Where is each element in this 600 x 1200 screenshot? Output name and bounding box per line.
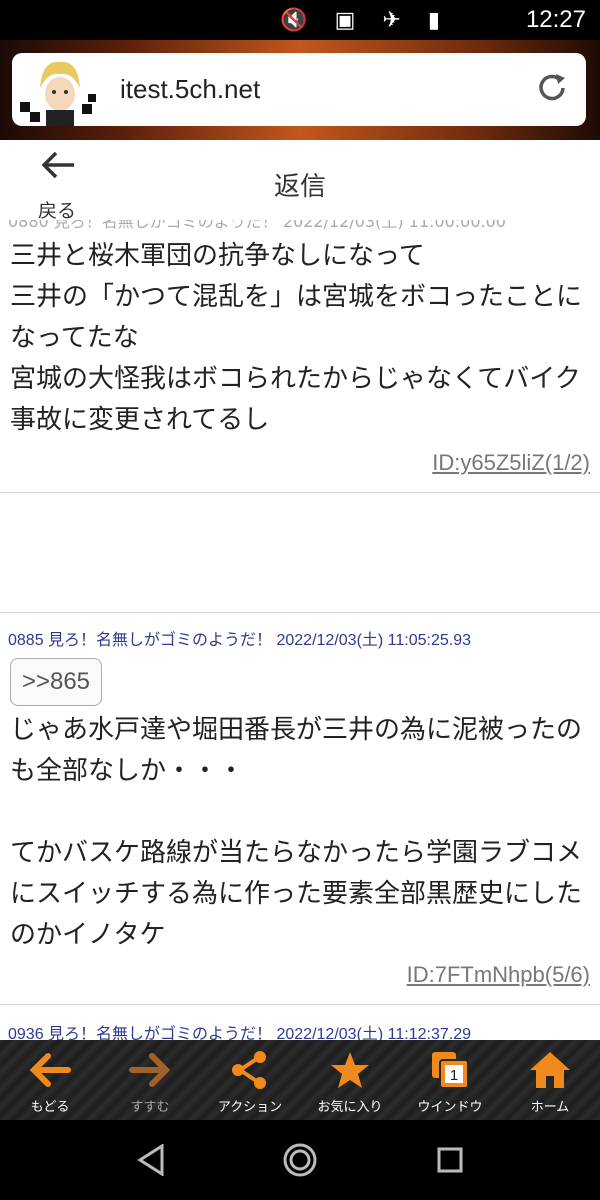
post-header[interactable]: 0936 見ろ！名無しがゴミのようだ！ 2022/12/03(土) 11:12:…	[8, 1020, 471, 1040]
toolbar-window-button[interactable]: 1 ウインドウ	[400, 1040, 500, 1120]
status-time: 12:27	[525, 6, 586, 33]
window-count-badge: 1	[450, 1067, 458, 1084]
avatar	[20, 58, 98, 126]
toolbar-label: すすむ	[130, 1100, 170, 1115]
page-title: 返信	[273, 172, 326, 202]
airplane-icon: ✈	[382, 8, 411, 33]
post-divider	[0, 1004, 600, 1005]
toolbar-favorite-button[interactable]: お気に入り	[300, 1040, 400, 1120]
url-text[interactable]: itest.5ch.net	[120, 74, 260, 105]
toolbar-back-button[interactable]: もどる	[0, 1040, 100, 1120]
thread-content[interactable]: 0880 見ろ！名無しがゴミのようだ！ 2022/12/03(土) 11:00:…	[0, 220, 600, 1040]
toolbar-label: お気に入り	[317, 1100, 383, 1115]
post-body: じゃあ水戸達や堀田番長が三井の為に泥被ったのも全部なしか・・・ てかバスケ路線が…	[10, 715, 583, 950]
status-icons: 🔇 ▣ ✈ ▮	[280, 8, 450, 33]
arrow-left-icon	[29, 1053, 71, 1087]
battery-icon: ▮	[427, 8, 450, 33]
vr-icon: ▣	[334, 8, 366, 33]
window-icon: 1	[432, 1052, 469, 1089]
post-divider	[0, 492, 600, 493]
toolbar-label: もどる	[30, 1100, 70, 1115]
star-icon	[331, 1052, 369, 1088]
home-icon	[530, 1052, 570, 1088]
post-id-link[interactable]: ID:7FTmNhpb(5/6)	[407, 962, 590, 988]
share-icon	[232, 1051, 266, 1089]
post-body: 三井と桜木軍団の抗争なしになって 三井の「かつて混乱を」は宮城をボコったことにな…	[10, 241, 583, 435]
reply-anchor-button[interactable]: >>865	[10, 658, 102, 706]
system-navigation-bar	[0, 1120, 600, 1200]
toolbar-label: ホーム	[530, 1100, 570, 1115]
reload-icon[interactable]	[532, 68, 572, 108]
arrow-right-icon	[129, 1053, 171, 1087]
post-divider	[0, 612, 600, 613]
toolbar-label: アクション	[217, 1100, 283, 1115]
mute-icon: 🔇	[280, 8, 318, 33]
toolbar-home-button[interactable]: ホーム	[500, 1040, 600, 1120]
toolbar-action-button[interactable]: アクション	[200, 1040, 300, 1120]
toolbar-forward-button[interactable]: すすむ	[100, 1040, 200, 1120]
post-id-link[interactable]: ID:y65Z5liZ(1/2)	[432, 450, 590, 476]
nav-home-icon[interactable]	[282, 1142, 318, 1178]
toolbar-label: ウインドウ	[417, 1100, 483, 1115]
nav-back-icon[interactable]	[136, 1144, 166, 1176]
url-bar[interactable]	[12, 53, 586, 126]
nav-recents-icon[interactable]	[436, 1146, 464, 1174]
post-header[interactable]: 0885 見ろ！名無しがゴミのようだ！ 2022/12/03(土) 11:05:…	[8, 626, 471, 650]
status-bar: 🔇 ▣ ✈ ▮ 12:27	[0, 0, 600, 40]
post-header: 0880 見ろ！名無しがゴミのようだ！ 2022/12/03(土) 11:00:…	[8, 220, 506, 231]
